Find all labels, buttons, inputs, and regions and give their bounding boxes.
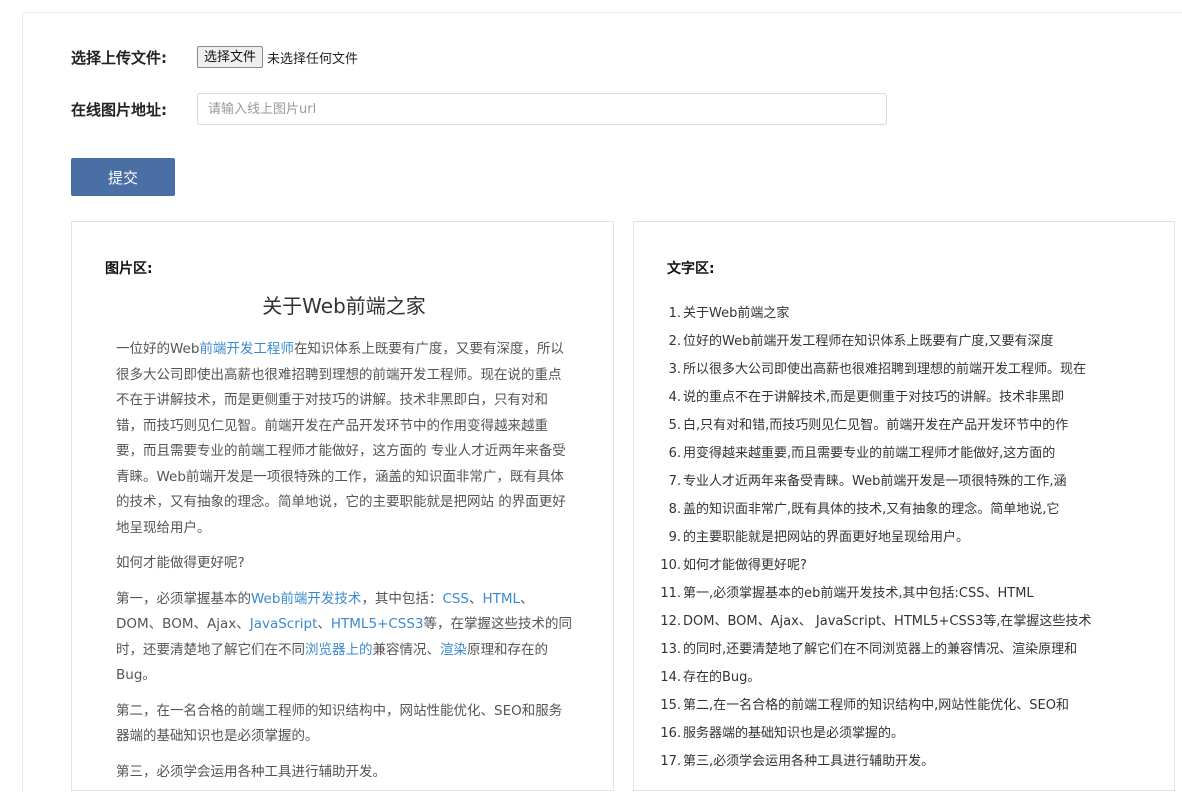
text-panel-title: 文字区: (667, 261, 715, 277)
url-row: 在线图片地址: (71, 93, 887, 125)
line-text: 用变得越来越重要,而且需要专业的前端工程师才能做好,这方面的 (683, 446, 1056, 461)
line-text: 所以很多大公司即使出高薪也很难招聘到理想的前端开发工程师。现在 (683, 362, 1087, 377)
line-text: 专业人才近两年来备受青睐。Web前端开发是一项很特殊的工作,涵 (683, 474, 1067, 489)
image-link-text: 前端开发工程师 (199, 341, 294, 357)
text-line: 11. 第一,必须掌握基本的eb前端开发技术,其中包括:CSS、HTML (654, 580, 1159, 608)
text-line: 17. 第三,必须学会运用各种工具进行辅助开发。 (654, 748, 1159, 776)
image-text: 一位好的Web (116, 341, 200, 357)
line-number: 6. (668, 446, 681, 461)
text-line: 16. 服务器端的基础知识也是必须掌握的。 (654, 720, 1159, 748)
line-number: 1. (668, 306, 681, 321)
line-text: 关于Web前端之家 (683, 306, 790, 321)
line-number: 11. (660, 586, 681, 601)
image-link-text: 浏览器上的 (305, 641, 373, 658)
image-paragraph: 如何才能做得更好呢? (116, 551, 572, 577)
line-number: 15. (660, 698, 681, 713)
text-line: 3. 所以很多大公司即使出高薪也很难招聘到理想的前端开发工程师。现在 (654, 356, 1159, 384)
line-number: 2. (668, 334, 681, 349)
image-heading: 关于Web前端之家 (262, 294, 426, 318)
image-text: 、 (317, 616, 331, 632)
line-text: 的同时,还要清楚地了解它们在不同浏览器上的兼容情况、渲染原理和 (683, 642, 1078, 657)
line-text: 第三,必须学会运用各种工具进行辅助开发。 (683, 754, 935, 769)
line-text: 服务器端的基础知识也是必须掌握的。 (683, 726, 905, 741)
line-text: 位好的Web前端开发工程师在知识体系上既要有广度,又要有深度 (683, 334, 1054, 349)
line-number: 13. (660, 642, 681, 657)
text-line: 12. DOM、BOM、Ajax、 JavaScript、HTML5+CSS3等… (654, 608, 1159, 636)
image-text: 如何才能做得更好呢? (116, 555, 245, 571)
image-link-text: HTML5+CSS3 (330, 616, 424, 632)
choose-file-button[interactable]: 选择文件 (197, 46, 264, 68)
line-number: 12. (660, 614, 681, 629)
line-number: 10. (660, 558, 681, 573)
image-link-text: Web前端开发技术 (251, 590, 362, 607)
text-line: 7. 专业人才近两年来备受青睐。Web前端开发是一项很特殊的工作,涵 (654, 468, 1159, 496)
upload-label: 选择上传文件: (71, 48, 167, 67)
line-text: 如何才能做得更好呢? (683, 558, 807, 573)
line-number: 9. (668, 530, 681, 545)
recognized-text-list: 1. 关于Web前端之家 2. 位好的Web前端开发工程师在知识体系上既要有广度,… (654, 300, 1159, 776)
image-text: 第一，必须掌握基本的 (116, 590, 251, 607)
image-paragraph: 第二，在一名合格的前端工程师的知识结构中，网站性能优化、SEO和服务器端的基础知… (116, 699, 572, 750)
image-text: 在知识体系上既要有广度，又要有深度，所以很多大公司即使出高薪也很难招聘到理想的前… (116, 341, 566, 536)
image-text: 、 (469, 590, 483, 607)
line-text: 第一,必须掌握基本的eb前端开发技术,其中包括:CSS、HTML (683, 586, 1034, 601)
image-text: 第三，必须学会运用各种工具进行辅助开发。 (116, 763, 386, 780)
image-text: 第二，在一名合格的前端工程师的知识结构中，网站性能优化、SEO和服务器端的基础知… (116, 702, 563, 745)
line-text: 的主要职能就是把网站的界面更好地呈现给用户。 (683, 530, 970, 545)
line-number: 17. (660, 754, 681, 769)
image-body: 一位好的Web前端开发工程师在知识体系上既要有广度，又要有深度，所以很多大公司即… (116, 337, 572, 785)
image-url-input[interactable] (197, 93, 887, 125)
image-panel-title: 图片区: (105, 261, 153, 277)
url-label: 在线图片地址: (71, 100, 167, 119)
text-line: 14. 存在的Bug。 (654, 664, 1159, 692)
line-number: 14. (660, 670, 681, 685)
image-link-text: 渲染 (440, 641, 467, 658)
file-status-text: 未选择任何文件 (267, 51, 359, 67)
image-panel: 图片区: 关于Web前端之家 一位好的Web前端开发工程师在知识体系上既要有广度… (71, 221, 614, 791)
image-paragraph: 一位好的Web前端开发工程师在知识体系上既要有广度，又要有深度，所以很多大公司即… (116, 337, 572, 541)
image-paragraph: 第一，必须掌握基本的Web前端开发技术，其中包括：CSS、HTML、DOM、BO… (116, 587, 572, 689)
image-link-text: JavaScript (249, 616, 318, 632)
text-line: 4. 说的重点不在于讲解技术,而是更侧重于对技巧的讲解。技术非黑即 (654, 384, 1159, 412)
text-line: 10. 如何才能做得更好呢? (654, 552, 1159, 580)
text-line: 2. 位好的Web前端开发工程师在知识体系上既要有广度,又要有深度 (654, 328, 1159, 356)
image-text: ，其中包括： (361, 590, 443, 607)
text-line: 13. 的同时,还要清楚地了解它们在不同浏览器上的兼容情况、渲染原理和 (654, 636, 1159, 664)
image-text: 兼容情况、 (372, 641, 441, 658)
line-number: 4. (668, 390, 681, 405)
line-text: 第二,在一名合格的前端工程师的知识结构中,网站性能优化、SEO和 (683, 698, 1069, 713)
submit-button[interactable]: 提交 (71, 158, 175, 196)
image-paragraph: 第三，必须学会运用各种工具进行辅助开发。 (116, 760, 572, 786)
line-number: 16. (660, 726, 681, 741)
image-link-text: HTML (482, 590, 521, 607)
text-line: 5. 白,只有对和错,而技巧则见仁见智。前端开发在产品开发环节中的作 (654, 412, 1159, 440)
line-text: 白,只有对和错,而技巧则见仁见智。前端开发在产品开发环节中的作 (683, 418, 1069, 433)
text-line: 1. 关于Web前端之家 (654, 300, 1159, 328)
file-upload-row: 选择上传文件: 选择文件 未选择任何文件 (71, 46, 358, 68)
line-text: DOM、BOM、Ajax、 JavaScript、HTML5+CSS3等,在掌握… (683, 614, 1092, 629)
text-line: 15. 第二,在一名合格的前端工程师的知识结构中,网站性能优化、SEO和 (654, 692, 1159, 720)
text-line: 6. 用变得越来越重要,而且需要专业的前端工程师才能做好,这方面的 (654, 440, 1159, 468)
line-number: 3. (668, 362, 681, 377)
text-panel: 文字区: 1. 关于Web前端之家 2. 位好的Web前端开发工程师在知识体系上既… (633, 221, 1175, 791)
image-link-text: CSS (442, 590, 470, 607)
line-text: 盖的知识面非常广,既有具体的技术,又有抽象的理念。简单地说,它 (683, 502, 1060, 517)
text-line: 8. 盖的知识面非常广,既有具体的技术,又有抽象的理念。简单地说,它 (654, 496, 1159, 524)
text-line: 9. 的主要职能就是把网站的界面更好地呈现给用户。 (654, 524, 1159, 552)
line-number: 5. (668, 418, 681, 433)
line-number: 8. (668, 502, 681, 517)
line-text: 存在的Bug。 (683, 670, 761, 685)
line-text: 说的重点不在于讲解技术,而是更侧重于对技巧的讲解。技术非黑即 (683, 390, 1065, 405)
uploaded-image: 关于Web前端之家 一位好的Web前端开发工程师在知识体系上既要有广度，又要有深… (116, 290, 572, 795)
line-number: 7. (668, 474, 681, 489)
